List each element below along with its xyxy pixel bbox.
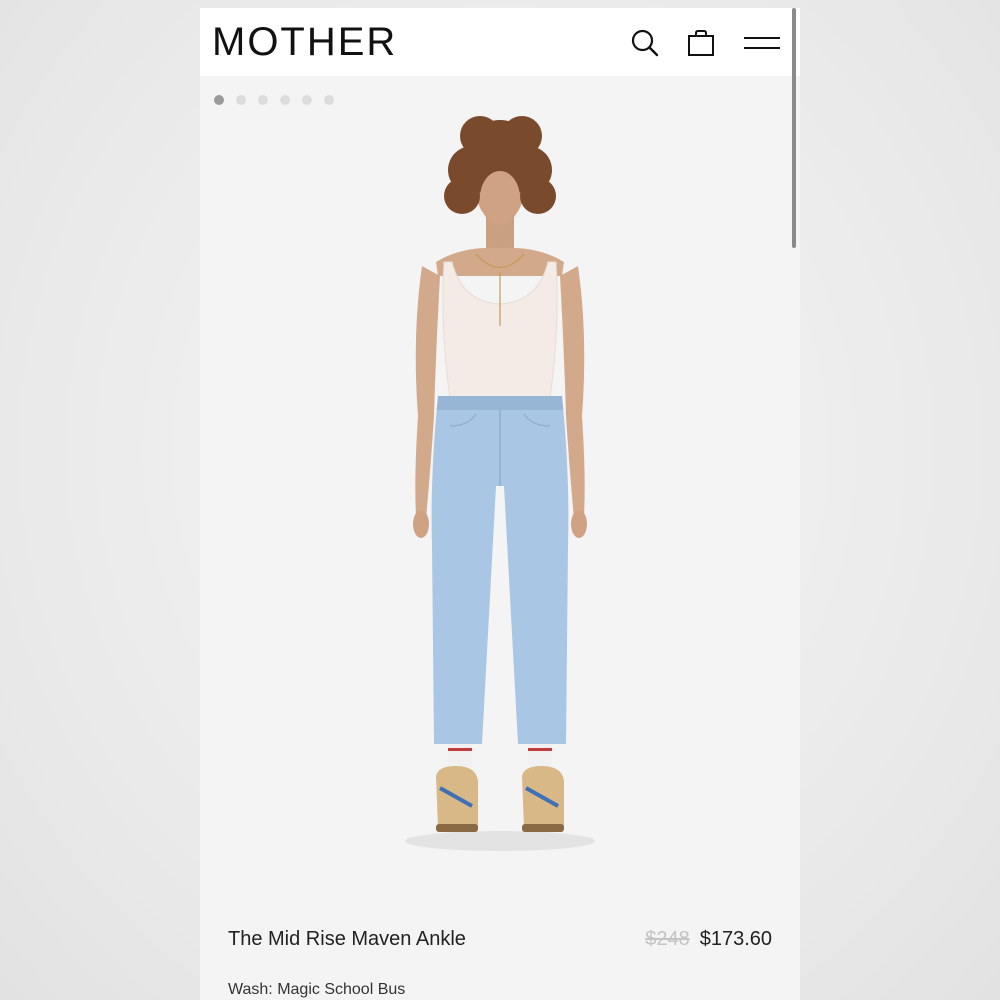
search-icon[interactable] — [630, 28, 660, 58]
carousel-dot[interactable] — [324, 95, 334, 105]
carousel-dot[interactable] — [280, 95, 290, 105]
product-name: The Mid Rise Maven Ankle — [228, 928, 466, 950]
original-price: $248 — [645, 928, 690, 950]
product-model-image — [405, 116, 595, 851]
brand-logo[interactable]: MOTHER — [212, 20, 397, 64]
carousel-dots — [214, 95, 334, 105]
carousel-dot[interactable] — [236, 95, 246, 105]
product-info: The Mid Rise Maven Ankle $248 $173.60 Wa… — [200, 908, 800, 1000]
carousel-dot[interactable] — [214, 95, 224, 105]
scrollbar[interactable] — [792, 8, 796, 248]
bag-icon[interactable] — [686, 28, 716, 58]
price-block: $248 $173.60 — [645, 928, 772, 951]
carousel-dot[interactable] — [302, 95, 312, 105]
site-header: MOTHER — [200, 8, 800, 76]
product-image-carousel[interactable] — [200, 76, 800, 896]
product-page: MOTHER The Mid Rise Maven Ankle $248 $17… — [200, 8, 800, 1000]
carousel-dot[interactable] — [258, 95, 268, 105]
menu-icon[interactable] — [742, 32, 782, 56]
sale-price: $173.60 — [699, 928, 772, 950]
wash-label: Wash: Magic School Bus — [228, 981, 406, 998]
